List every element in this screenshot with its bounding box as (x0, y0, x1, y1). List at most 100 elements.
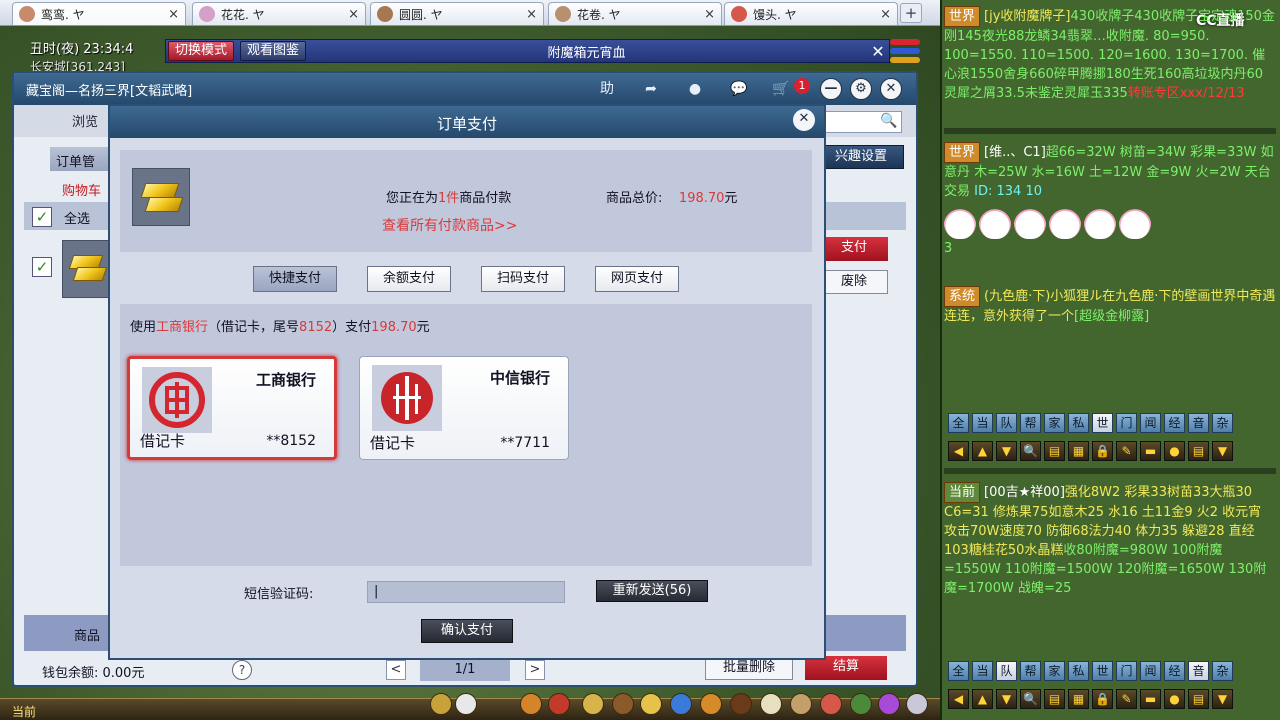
filter-family[interactable]: 家 (1044, 661, 1065, 681)
tab-web-pay[interactable]: 网页支付 (595, 266, 679, 292)
minimize-icon[interactable]: — (820, 78, 842, 100)
new-tab-button[interactable]: + (900, 3, 922, 23)
filter-misc[interactable]: 杂 (1212, 661, 1233, 681)
close-icon[interactable]: × (704, 7, 715, 22)
filter-team[interactable]: 队 (996, 413, 1017, 433)
row-pay-button[interactable]: 支付 (820, 237, 888, 261)
chat-sender[interactable]: [维..、C1] (984, 145, 1046, 160)
row-delete-button[interactable]: 废除 (820, 270, 888, 294)
close-icon[interactable]: × (348, 7, 359, 22)
brush-icon[interactable]: ✎ (1116, 689, 1137, 709)
dropdown-icon[interactable]: ▼ (1212, 689, 1233, 709)
filter-private[interactable]: 私 (1068, 413, 1089, 433)
chat-sender[interactable]: [jy收附魔牌子] (984, 9, 1070, 24)
channel-badge[interactable]: 世界 (944, 6, 981, 27)
item-icon[interactable] (820, 693, 842, 715)
item-icon[interactable] (700, 693, 722, 715)
tab-3[interactable]: 圆圆. ヤ × (370, 2, 544, 25)
bank-card-icbc[interactable]: 工商银行 借记卡 **8152 (127, 356, 337, 460)
select-all-checkbox[interactable]: ✓ (32, 207, 52, 227)
brush-icon[interactable]: ✎ (1116, 441, 1137, 461)
list-icon[interactable]: ▤ (1188, 441, 1209, 461)
channel-badge[interactable]: 系统 (944, 286, 981, 307)
tab-1[interactable]: 鸾鸾. ヤ × (12, 2, 186, 25)
filter-family[interactable]: 家 (1044, 413, 1065, 433)
view-all-items-link[interactable]: 查看所有付款商品>> (382, 215, 517, 235)
filter-economy[interactable]: 经 (1164, 413, 1185, 433)
note-icon[interactable]: ▤ (1044, 689, 1065, 709)
item-icon[interactable] (520, 693, 542, 715)
item-icon[interactable] (878, 693, 900, 715)
close-icon[interactable]: × (880, 7, 891, 22)
left-arrow-icon[interactable]: ◀ (948, 689, 969, 709)
interest-settings-button[interactable]: 兴趣设置 (818, 145, 904, 169)
close-icon[interactable]: × (168, 7, 179, 22)
row-checkbox[interactable]: ✓ (32, 257, 52, 277)
search-icon[interactable]: 🔍 (1020, 689, 1041, 709)
help-icon[interactable]: ? (232, 660, 252, 680)
filter-world[interactable]: 世 (1092, 413, 1113, 433)
tab-browse[interactable]: 浏览 (72, 111, 98, 130)
help-button[interactable]: 助 (594, 78, 620, 100)
filter-economy[interactable]: 经 (1164, 661, 1185, 681)
tab-scan-pay[interactable]: 扫码支付 (481, 266, 565, 292)
grid-icon[interactable]: ▦ (1068, 689, 1089, 709)
close-icon[interactable]: ✕ (880, 78, 902, 100)
tab-balance-pay[interactable]: 余额支付 (367, 266, 451, 292)
list-icon[interactable]: ▤ (1188, 689, 1209, 709)
tab-5[interactable]: 馒头. ヤ × (724, 2, 898, 25)
bank-card-citic[interactable]: 中信银行 借记卡 **7711 (359, 356, 569, 460)
cart-icon[interactable]: 🛒 (768, 78, 794, 100)
chat-item-link[interactable]: [超级金柳露] (1074, 309, 1149, 324)
filter-guild[interactable]: 帮 (1020, 413, 1041, 433)
filter-world[interactable]: 世 (1092, 661, 1113, 681)
filter-current[interactable]: 当 (972, 661, 993, 681)
note-icon[interactable]: ▤ (1044, 441, 1065, 461)
item-icon[interactable] (670, 693, 692, 715)
filter-all[interactable]: 全 (948, 413, 969, 433)
filter-team[interactable]: 队 (996, 661, 1017, 681)
filter-misc[interactable]: 杂 (1212, 413, 1233, 433)
up-arrow-icon[interactable]: ▲ (972, 441, 993, 461)
skill-icon[interactable] (430, 693, 452, 715)
record-icon[interactable]: ● (682, 78, 708, 100)
item-icon[interactable] (582, 693, 604, 715)
switch-mode-button[interactable]: 切换模式 (168, 41, 235, 61)
item-icon[interactable] (730, 693, 752, 715)
lock-icon[interactable]: 🔒 (1092, 689, 1113, 709)
next-page-button[interactable]: > (525, 660, 545, 680)
filter-all[interactable]: 全 (948, 661, 969, 681)
chat-sender[interactable]: [00吉★祥00] (984, 485, 1065, 500)
folder-icon[interactable]: ▬ (1140, 441, 1161, 461)
gear-icon[interactable]: ⚙ (850, 78, 872, 100)
filter-current[interactable]: 当 (972, 413, 993, 433)
resend-code-button[interactable]: 重新发送(56) (596, 580, 708, 602)
left-arrow-icon[interactable]: ◀ (948, 441, 969, 461)
close-icon[interactable]: ✕ (793, 109, 815, 131)
item-icon[interactable] (612, 693, 634, 715)
down-arrow-icon[interactable]: ▼ (996, 689, 1017, 709)
up-arrow-icon[interactable]: ▲ (972, 689, 993, 709)
down-arrow-icon[interactable]: ▼ (996, 441, 1017, 461)
item-icon[interactable] (850, 693, 872, 715)
share-icon[interactable]: ➦ (638, 78, 664, 100)
close-icon[interactable]: ✕ (867, 42, 889, 61)
search-icon[interactable]: 🔍 (1020, 441, 1041, 461)
channel-badge[interactable]: 世界 (944, 142, 981, 163)
filter-school[interactable]: 门 (1116, 413, 1137, 433)
lock-icon[interactable]: 🔒 (1092, 441, 1113, 461)
filter-school[interactable]: 门 (1116, 661, 1137, 681)
folder-icon[interactable]: ▬ (1140, 689, 1161, 709)
pet-icon[interactable] (455, 693, 477, 715)
item-icon[interactable] (640, 693, 662, 715)
tab-order-manage[interactable]: 订单管 (50, 147, 110, 171)
filter-private[interactable]: 私 (1068, 661, 1089, 681)
tab-cart[interactable]: 购物车 (62, 180, 101, 199)
chat-icon[interactable]: 💬 (726, 78, 752, 100)
bubble-icon[interactable]: ● (1164, 441, 1185, 461)
item-icon[interactable] (760, 693, 782, 715)
confirm-payment-button[interactable]: 确认支付 (421, 619, 513, 643)
filter-voice[interactable]: 音 (1188, 661, 1209, 681)
filter-news[interactable]: 闻 (1140, 661, 1161, 681)
item-icon[interactable] (548, 693, 570, 715)
